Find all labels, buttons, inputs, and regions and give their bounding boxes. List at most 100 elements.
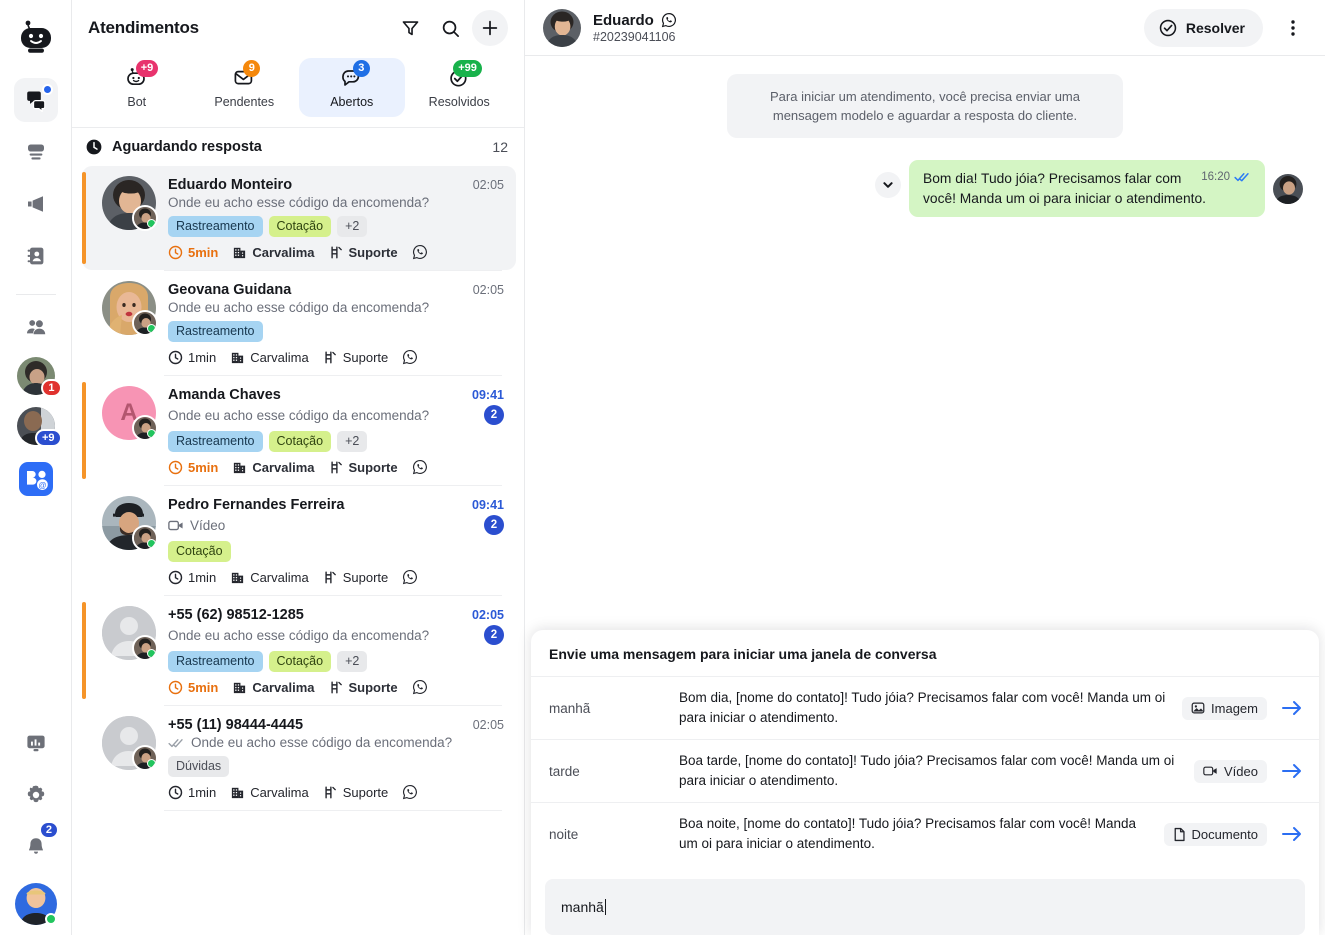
building-icon [230,570,245,585]
video-icon [1203,765,1218,777]
send-template-button[interactable] [1279,699,1305,717]
message-preview: Onde eu acho esse código da encomenda? [168,408,478,423]
chevron-down-icon[interactable] [875,172,901,198]
online-indicator [147,324,156,333]
kebab-menu-icon[interactable] [1275,10,1311,46]
send-template-button[interactable] [1279,762,1305,780]
conversation-item-geovana-guidana[interactable]: Geovana Guidana 02:05 Onde eu acho esse … [82,271,516,375]
new-conversation-button[interactable] [472,10,508,46]
company-name: Carvalima [252,460,314,475]
building-icon [230,785,245,800]
arrow-right-icon [1281,699,1303,717]
sla-timer: 1min [168,570,216,585]
tag[interactable]: Rastreamento [168,321,263,342]
tab-badge: +99 [453,60,482,77]
gear-icon [24,783,48,807]
sidebar-item-notifications[interactable]: 2 [14,825,58,869]
contact-name: Pedro Fernandes Ferreira [168,497,464,513]
section-count: 12 [492,139,508,155]
user-profile-avatar[interactable] [15,883,57,925]
message-input[interactable]: manhã [545,879,1305,935]
sidebar-item-teams[interactable] [14,305,58,349]
sidebar-item-dashboard[interactable] [14,721,58,765]
template-media-label: Documento [1192,827,1258,842]
message-bubble[interactable]: 16:20 Bom dia! Tudo jóia? Precisamos fal… [909,160,1265,217]
avatar [102,716,156,770]
agent-avatar-2[interactable]: +9 [17,407,55,445]
tag-overflow[interactable]: +2 [337,431,367,452]
tag-overflow[interactable]: +2 [337,651,367,672]
sla-timer: 5min [168,460,218,475]
template-key: manhã [549,701,667,716]
tag[interactable]: Cotação [269,651,332,672]
sla-value: 5min [188,680,218,695]
message-area[interactable]: Para iniciar um atendimento, você precis… [525,56,1325,630]
tag[interactable]: Cotação [168,541,231,562]
sla-timer: 1min [168,785,216,800]
sidebar-item-chats[interactable] [14,78,58,122]
tag-overflow[interactable]: +2 [337,216,367,237]
conversation-item-phone-62[interactable]: +55 (62) 98512-1285 02:05 Onde eu acho e… [82,596,516,705]
clock-icon [168,350,183,365]
arrow-right-icon [1281,762,1303,780]
whatsapp-icon [661,12,677,28]
text-caret [605,899,606,915]
list-section-header[interactable]: Aguardando resposta 12 [72,127,524,166]
team-name: Suporte [343,570,389,585]
tab-abertos[interactable]: 3 Abertos [299,58,405,117]
clock-icon [168,460,183,475]
workflow-icon [323,350,338,365]
online-indicator [147,539,156,548]
conversation-list[interactable]: Eduardo Monteiro 02:05 Onde eu acho esse… [72,166,524,935]
monitor-chart-icon [24,731,48,755]
tag[interactable]: Rastreamento [168,216,263,237]
filter-icon[interactable] [392,10,428,46]
sidebar-item-settings[interactable] [14,773,58,817]
template-media-label: Imagem [1211,701,1258,716]
sidebar-item-inbox[interactable] [14,130,58,174]
tag[interactable]: Dúvidas [168,756,229,777]
avatar[interactable] [543,9,581,47]
bot-logo-icon[interactable] [12,14,60,62]
tag[interactable]: Rastreamento [168,431,263,452]
tab-pendentes[interactable]: 9 Pendentes [192,58,298,117]
sla-value: 1min [188,570,216,585]
message-meta: 16:20 [1201,171,1251,183]
tag[interactable]: Rastreamento [168,651,263,672]
page-title: Atendimentos [88,18,388,38]
tag[interactable]: Cotação [269,216,332,237]
conversation-item-amanda-chaves[interactable]: A Amanda Chaves [82,376,516,485]
whatsapp-icon [402,784,418,800]
conversation-item-phone-11[interactable]: +55 (11) 98444-4445 02:05 Onde eu acho e… [82,706,516,810]
sidebar-item-apps[interactable]: @ [14,457,58,501]
sidebar-item-contacts[interactable] [14,234,58,278]
send-template-button[interactable] [1279,825,1305,843]
agent-avatar-1[interactable]: 1 [17,357,55,395]
search-icon[interactable] [432,10,468,46]
conversation-item-eduardo-monteiro[interactable]: Eduardo Monteiro 02:05 Onde eu acho esse… [82,166,516,270]
avatar [102,281,156,335]
template-row-tarde[interactable]: tarde Boa tarde, [nome do contato]! Tudo… [531,739,1319,802]
sidebar-item-campaigns[interactable] [14,182,58,226]
template-row-noite[interactable]: noite Boa noite, [nome do contato]! Tudo… [531,802,1319,865]
agent-avatar [132,745,158,771]
team: Suporte [323,785,389,800]
company: Carvalima [230,350,309,365]
tab-resolvidos[interactable]: +99 Resolvidos [407,58,513,117]
resolve-label: Resolver [1186,20,1245,36]
workflow-icon [329,460,344,475]
bot-face-icon: +9 [122,66,152,90]
timestamp: 02:05 [472,608,504,622]
tab-bot[interactable]: +9 Bot [84,58,190,117]
conversation-item-pedro-fernandes-ferreira[interactable]: Pedro Fernandes Ferreira 09:41 Vídeo 2 C… [82,486,516,595]
resolve-button[interactable]: Resolver [1144,9,1263,47]
online-indicator [147,429,156,438]
online-indicator [147,219,156,228]
message-preview: Onde eu acho esse código da encomenda? [168,300,504,315]
workflow-icon [329,245,344,260]
template-panel: Envie uma mensagem para iniciar uma jane… [531,630,1319,935]
tag[interactable]: Cotação [269,431,332,452]
template-row-manha[interactable]: manhã Bom dia, [nome do contato]! Tudo j… [531,676,1319,739]
template-media-label: Vídeo [1224,764,1258,779]
building-icon [232,245,247,260]
